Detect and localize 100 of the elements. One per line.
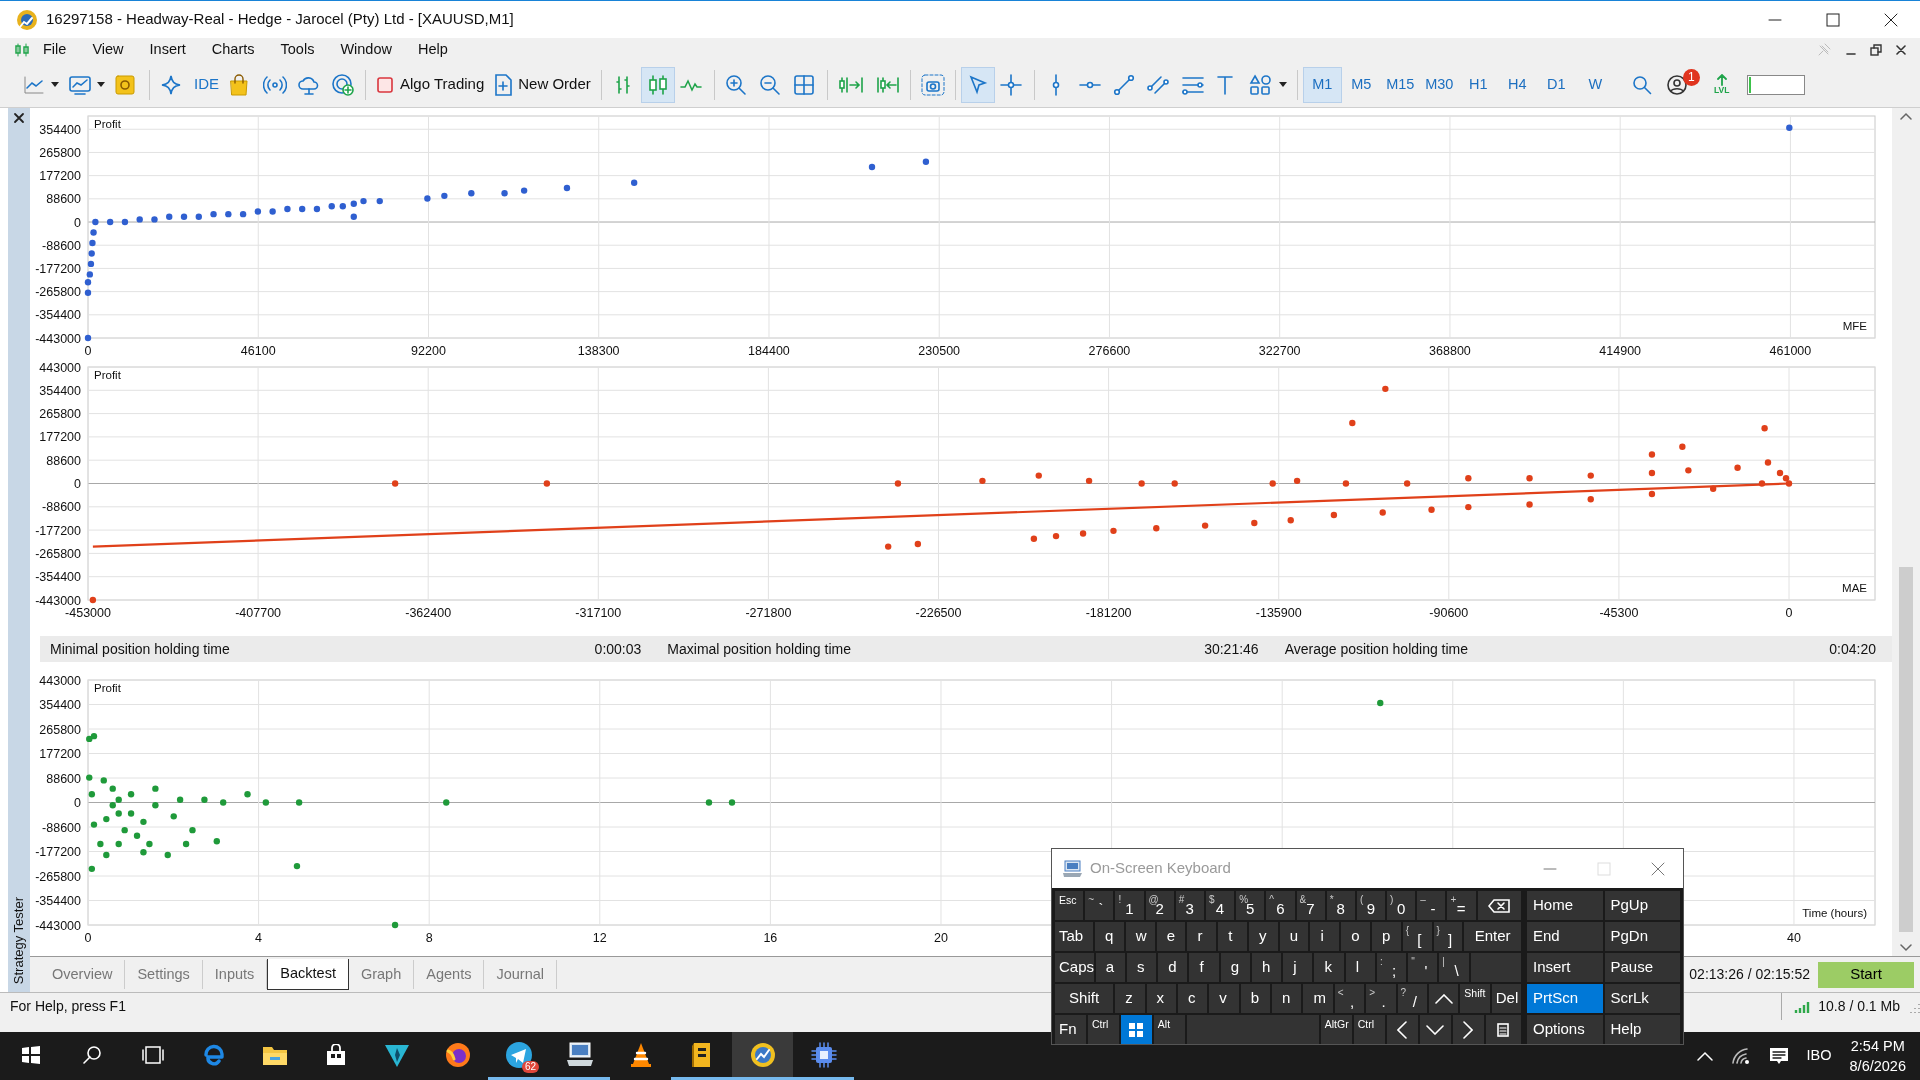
keyboard-key[interactable]: #3: [1175, 891, 1204, 920]
keyboard-key[interactable]: Caps: [1055, 953, 1094, 982]
keyboard-key[interactable]: } ]: [1433, 922, 1463, 951]
keyboard-key[interactable]: Home: [1527, 891, 1603, 920]
keyboard-key[interactable]: n: [1272, 984, 1302, 1013]
keyboard-key[interactable]: Alt: [1153, 1015, 1185, 1044]
menu-item[interactable]: File: [30, 39, 80, 61]
keyboard-key[interactable]: y: [1248, 922, 1278, 951]
keyboard-key[interactable]: r: [1187, 922, 1217, 951]
keyboard-key[interactable]: * 8: [1326, 891, 1355, 920]
timeframe-button[interactable]: M15: [1380, 66, 1420, 103]
menu-item[interactable]: Window: [327, 39, 405, 61]
tab[interactable]: Settings: [125, 959, 203, 990]
menu-item[interactable]: Help: [404, 39, 461, 61]
keyboard-key[interactable]: ? /: [1397, 984, 1427, 1013]
keyboard-key[interactable]: ^6: [1266, 891, 1295, 920]
timeframe-button[interactable]: W: [1575, 66, 1615, 103]
keyboard-key[interactable]: > .: [1366, 984, 1396, 1013]
language-indicator[interactable]: IBO: [1806, 1045, 1832, 1067]
keyboard-key[interactable]: d: [1158, 953, 1188, 982]
keyboard-key[interactable]: $4: [1205, 891, 1235, 920]
keyboard-key[interactable]: ~ `: [1085, 891, 1114, 920]
keyboard-key[interactable]: p: [1372, 922, 1401, 951]
keyboard-key[interactable]: j: [1283, 953, 1313, 982]
timeframe-button[interactable]: M5: [1341, 66, 1381, 103]
keyboard-key[interactable]: Help: [1604, 1015, 1680, 1044]
tab[interactable]: Agents: [414, 959, 485, 990]
keyboard-key[interactable]: < ,: [1334, 984, 1365, 1013]
tab[interactable]: Graph: [348, 959, 415, 990]
menu-item[interactable]: Insert: [136, 39, 199, 61]
keyboard-key[interactable]: k: [1314, 953, 1344, 982]
keyboard-key[interactable]: b: [1240, 984, 1271, 1013]
keyboard-key[interactable]: Shift: [1460, 984, 1490, 1013]
account-button[interactable]: 1: [1660, 66, 1705, 103]
tab[interactable]: Journal: [484, 959, 557, 990]
timeframe-button[interactable]: D1: [1536, 66, 1576, 103]
keyboard-key[interactable]: h: [1251, 953, 1282, 982]
keyboard-key[interactable]: Pause: [1604, 953, 1680, 982]
keyboard-key[interactable]: i: [1310, 922, 1340, 951]
keyboard-key[interactable]: v: [1209, 984, 1239, 1013]
window-title: On-Screen Keyboard: [1090, 858, 1231, 879]
keyboard-key[interactable]: l: [1345, 953, 1375, 982]
keyboard-key[interactable]: Ctrl: [1353, 1015, 1385, 1044]
keyboard-key[interactable]: End: [1527, 922, 1603, 951]
keyboard-key[interactable]: e: [1156, 922, 1186, 951]
keyboard-key[interactable]: Shift: [1055, 984, 1114, 1013]
keyboard-key[interactable]: Options: [1527, 1015, 1603, 1044]
keyboard-key[interactable]: q: [1095, 922, 1124, 951]
keyboard-key[interactable]: @2: [1145, 891, 1174, 920]
keyboard-key[interactable]: ! 1: [1115, 891, 1144, 920]
keyboard-key[interactable]: u: [1279, 922, 1309, 951]
timeframe-button[interactable]: H4: [1497, 66, 1537, 103]
keyboard-key[interactable]: g: [1220, 953, 1250, 982]
timeframe-button[interactable]: H1: [1458, 66, 1498, 103]
keyboard-key[interactable]: Ctrl: [1087, 1015, 1119, 1044]
tab[interactable]: Backtest: [267, 959, 349, 990]
keyboard-key[interactable]: PrtScn: [1527, 984, 1603, 1013]
keyboard-key[interactable]: w: [1125, 922, 1155, 951]
stat-label: Maximal position holding time: [667, 639, 851, 659]
menu-item[interactable]: View: [79, 39, 137, 61]
keyboard-key[interactable]: c: [1177, 984, 1208, 1013]
keyboard-key[interactable]: &7: [1296, 891, 1325, 920]
keyboard-key[interactable]: PgUp: [1604, 891, 1680, 920]
stat-label: Average position holding time: [1284, 639, 1469, 659]
keyboard-key[interactable]: z: [1115, 984, 1145, 1013]
keyboard-key[interactable]: ( 9: [1356, 891, 1386, 920]
keyboard-key[interactable]: a: [1095, 953, 1125, 982]
keyboard-key[interactable]: Esc: [1055, 891, 1084, 920]
keyboard-key[interactable]: t: [1218, 922, 1247, 951]
algo-trading-button[interactable]: Algo Trading: [371, 66, 490, 103]
menu-item[interactable]: Tools: [267, 39, 328, 61]
menu-item[interactable]: Charts: [198, 39, 268, 61]
timeframe-button[interactable]: M30: [1419, 66, 1459, 103]
keyboard-key[interactable]: AltGr: [1320, 1015, 1352, 1044]
keyboard-key[interactable]: x: [1146, 984, 1176, 1013]
keyboard-key[interactable]: %5: [1236, 891, 1265, 920]
keyboard-key[interactable]: ) 0: [1387, 891, 1416, 920]
timeframe-button[interactable]: M1: [1302, 66, 1342, 103]
keyboard-key[interactable]: : ;: [1376, 953, 1407, 982]
keyboard-key[interactable]: – -: [1417, 891, 1446, 920]
keyboard-key[interactable]: m: [1303, 984, 1333, 1013]
keyboard-key[interactable]: Del: [1491, 984, 1522, 1013]
keyboard-key[interactable]: o: [1341, 922, 1370, 951]
start-button[interactable]: Start: [1818, 961, 1914, 988]
keyboard-key[interactable]: Tab: [1055, 922, 1094, 951]
keyboard-key[interactable]: | \: [1439, 953, 1469, 982]
keyboard-key[interactable]: { [: [1402, 922, 1432, 951]
keyboard-key[interactable]: s: [1127, 953, 1157, 982]
keyboard-key[interactable]: PgDn: [1604, 922, 1680, 951]
keyboard-key[interactable]: Fn: [1055, 1015, 1086, 1044]
keyboard-key[interactable]: f: [1189, 953, 1219, 982]
ide-button[interactable]: IDE: [189, 66, 224, 103]
tab[interactable]: Overview: [40, 959, 126, 990]
keyboard-key[interactable]: Insert: [1527, 953, 1603, 982]
keyboard-key[interactable]: Enter: [1464, 922, 1522, 951]
clock[interactable]: 2:54 PM 8/6/2026: [1849, 1036, 1906, 1076]
keyboard-key[interactable]: " ': [1408, 953, 1438, 982]
keyboard-key[interactable]: +=: [1447, 891, 1476, 920]
keyboard-key[interactable]: ScrLk: [1604, 984, 1680, 1013]
new-order-button[interactable]: New Order: [489, 66, 596, 103]
